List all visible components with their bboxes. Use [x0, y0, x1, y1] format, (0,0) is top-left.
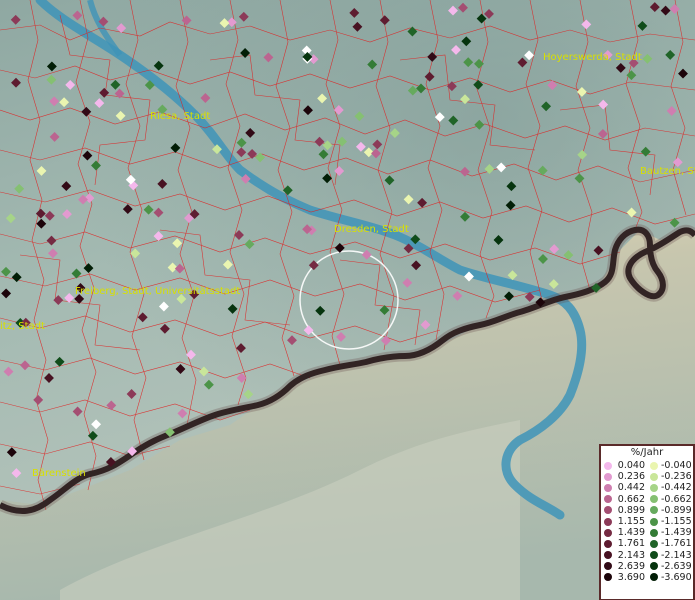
- legend-title: %/Jahr: [630, 447, 664, 458]
- legend-entry: 1.155: [601, 516, 647, 527]
- legend-entry: 0.899: [601, 505, 647, 516]
- legend-value: -0.662: [661, 493, 692, 505]
- city-label-bautzen: Bautzen, St: [640, 166, 695, 177]
- legend-value: 0.040: [617, 460, 645, 472]
- legend-entry: 0.236: [601, 471, 647, 482]
- legend-value: -0.899: [661, 504, 692, 516]
- legend-value: -0.442: [661, 482, 692, 494]
- legend-value: 3.690: [617, 571, 645, 583]
- legend-swatch: [604, 517, 612, 526]
- legend-swatch: [604, 506, 612, 515]
- legend-entry: -2.143: [647, 550, 693, 561]
- legend-negative-column: -0.040 -0.236 -0.442 -0.662 -0.899 -1.155 -1.4…: [647, 460, 693, 583]
- legend-value: -1.155: [661, 516, 692, 528]
- legend-entry: 1.439: [601, 527, 647, 538]
- terrain-layer: [0, 0, 695, 600]
- legend-entry: -3.690: [647, 572, 693, 583]
- legend-value: 0.899: [617, 504, 645, 516]
- legend-swatch: [604, 562, 612, 571]
- legend-value: 2.639: [617, 560, 645, 572]
- legend-entry: -2.639: [647, 561, 693, 572]
- legend-positive-column: 0.040 0.236 0.442 0.662 0.899 1.155 1.439 1.761…: [601, 460, 647, 583]
- legend-swatch: [650, 483, 658, 492]
- legend-value: -0.040: [661, 460, 692, 472]
- legend-entry: 2.639: [601, 561, 647, 572]
- city-label-riesa: Riesa, Stadt: [150, 111, 211, 122]
- legend-swatch: [650, 562, 658, 571]
- legend-swatch: [650, 539, 658, 548]
- legend-entry: -1.155: [647, 516, 693, 527]
- legend-swatch: [650, 551, 658, 560]
- legend-value: -2.639: [661, 560, 692, 572]
- city-label-baerenstein: Bärenstein: [32, 468, 86, 479]
- legend-entry: 2.143: [601, 550, 647, 561]
- legend-swatch: [604, 472, 612, 481]
- map-canvas[interactable]: Riesa, Stadt Hoyerswerda, Stadt Bautzen,…: [0, 0, 695, 600]
- city-label-chemnitz: itz, Stadt: [0, 321, 45, 332]
- city-label-dresden: Dresden, Stadt: [334, 224, 409, 235]
- legend-swatch: [650, 472, 658, 481]
- legend-swatch: [604, 483, 612, 492]
- legend-entry: -0.662: [647, 494, 693, 505]
- legend-entry: 0.662: [601, 494, 647, 505]
- legend-swatch: [604, 573, 612, 582]
- legend-value: 1.439: [617, 527, 645, 539]
- legend-swatch: [604, 528, 612, 537]
- legend-value: -0.236: [661, 471, 692, 483]
- legend-entry: 1.761: [601, 538, 647, 549]
- city-label-hoyerswerda: Hoyerswerda, Stadt: [543, 52, 642, 63]
- map-legend: %/Jahr 0.040 0.236 0.442 0.662 0.899 1.155 1.4…: [599, 444, 695, 600]
- legend-value: 1.155: [617, 516, 645, 528]
- legend-entry: -1.439: [647, 527, 693, 538]
- legend-value: 0.662: [617, 493, 645, 505]
- legend-entry: -0.040: [647, 460, 693, 471]
- legend-value: -2.143: [661, 549, 692, 561]
- legend-value: 0.442: [617, 482, 645, 494]
- legend-swatch: [650, 506, 658, 515]
- legend-entry: -0.899: [647, 505, 693, 516]
- legend-value: 0.236: [617, 471, 645, 483]
- legend-swatch: [604, 551, 612, 560]
- legend-entry: 0.442: [601, 482, 647, 493]
- legend-value: 2.143: [617, 549, 645, 561]
- legend-value: -3.690: [661, 571, 692, 583]
- legend-swatch: [604, 461, 612, 470]
- legend-value: 1.761: [617, 538, 645, 550]
- legend-swatch: [650, 528, 658, 537]
- legend-swatch: [650, 495, 658, 504]
- legend-entry: -0.442: [647, 482, 693, 493]
- legend-swatch: [604, 539, 612, 548]
- legend-swatch: [604, 495, 612, 504]
- legend-swatch: [650, 573, 658, 582]
- legend-value: -1.761: [661, 538, 692, 550]
- legend-entry: -0.236: [647, 471, 693, 482]
- legend-swatch: [650, 517, 658, 526]
- legend-entry: 0.040: [601, 460, 647, 471]
- legend-entry: 3.690: [601, 572, 647, 583]
- legend-value: -1.439: [661, 527, 692, 539]
- city-label-freiberg: Freiberg, Stadt, Universitätsstadt: [75, 286, 241, 297]
- legend-entry: -1.761: [647, 538, 693, 549]
- legend-swatch: [650, 461, 658, 470]
